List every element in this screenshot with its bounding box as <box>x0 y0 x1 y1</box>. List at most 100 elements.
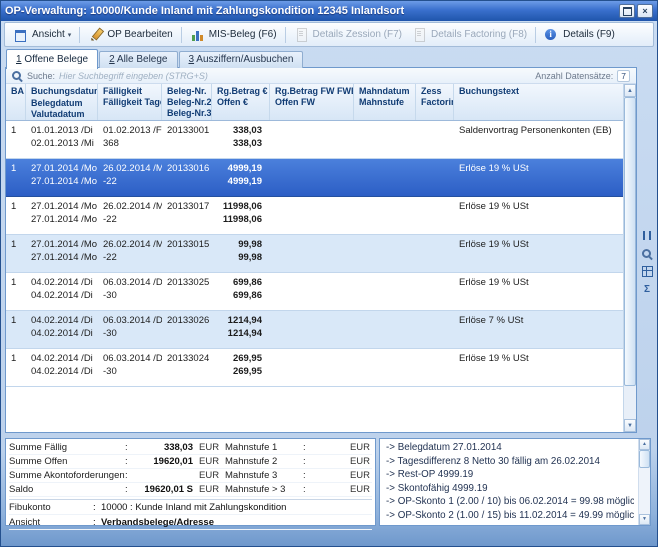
tabbar: 1 Offene Belege2 Alle Belege3 Ausziffern… <box>6 49 303 68</box>
cell-line: 27.01.2014 /Mo <box>31 200 98 213</box>
message-lines: -> Belegdatum 27.01.2014-> Tagesdifferen… <box>386 441 634 522</box>
toolbar-button-details-factoring-f8: Details Factoring (F8) <box>407 25 532 45</box>
cell-line: Erlöse 19 % USt <box>459 200 623 213</box>
summary-row: Saldo:19620,01 SEURMahnstufe > 3:EUR <box>9 483 372 497</box>
table-row[interactable]: 104.02.2014 /Di04.02.2014 /Di06.03.2014 … <box>6 311 623 349</box>
maximize-icon <box>623 7 632 16</box>
cell-beleg-nr: 20133025 <box>162 273 212 310</box>
cell-faelligkeit: 01.02.2013 /Fr368 <box>98 121 162 158</box>
cell-mahnung <box>354 197 416 234</box>
colon: : <box>93 517 101 528</box>
scroll-down-button[interactable]: ▼ <box>624 419 636 432</box>
table-row[interactable]: 127.01.2014 /Mo27.01.2014 /Mo26.02.2014 … <box>6 235 623 273</box>
cell-line: 27.01.2014 /Mo <box>31 251 98 264</box>
toolbar-button-label: Details (F9) <box>563 29 615 40</box>
cell-buchungstext: Erlöse 7 % USt <box>454 311 623 348</box>
column-header-beleg-nr[interactable]: Beleg-Nr.Beleg-Nr.2Beleg-Nr.3 <box>162 84 212 120</box>
cell-buchungstext: Erlöse 19 % USt <box>454 159 623 196</box>
cell-line: 04.02.2014 /Di <box>31 352 98 365</box>
column-header-buchungsdatum[interactable]: Buchungsdatum▲BelegdatumValutadatum <box>26 84 98 120</box>
colon: : <box>303 456 311 467</box>
cell-betrag: 1214,941214,94 <box>212 311 270 348</box>
table-header: BABuchungsdatum▲BelegdatumValutadatumFäl… <box>6 84 623 121</box>
tab-1-offene-belege[interactable]: 1 Offene Belege <box>6 49 98 69</box>
cell-line: 27.01.2014 /Mo <box>31 162 98 175</box>
cell-ba: 1 <box>6 273 26 310</box>
cell-line: 27.01.2014 /Mo <box>31 238 98 251</box>
cell-zession <box>416 121 454 158</box>
column-header-buchungstext[interactable]: Buchungstext <box>454 84 623 120</box>
column-header-zession[interactable]: ZessFactoring <box>416 84 454 120</box>
info-panel: -> Belegdatum 27.01.2014-> Tagesdifferen… <box>379 438 651 526</box>
column-header-ba[interactable]: BA <box>6 84 26 120</box>
cell-line: 4999,19 <box>212 175 262 188</box>
account-label: Fibukonto <box>9 502 93 513</box>
column-header-faelligkeit[interactable]: FälligkeitFälligkeit Tage <box>98 84 162 120</box>
header-line: Rg.Betrag FW FWE <box>275 86 353 97</box>
table-body: 101.01.2013 /Di02.01.2013 /Mi01.02.2013 … <box>6 121 623 432</box>
cell-betrag: 269,95269,95 <box>212 349 270 386</box>
close-button[interactable]: × <box>637 4 653 18</box>
mahnstufe-unit: EUR <box>344 456 372 467</box>
cell-line: Saldenvortrag Personenkonten (EB) <box>459 124 623 137</box>
table-row[interactable]: 104.02.2014 /Di04.02.2014 /Di06.03.2014 … <box>6 349 623 387</box>
zoom-icon[interactable] <box>640 247 654 259</box>
toolbar-button-ansicht[interactable]: Ansicht▾ <box>8 25 76 45</box>
scroll-up-button[interactable]: ▲ <box>624 84 636 97</box>
cell-mahnung <box>354 121 416 158</box>
pin-panel-icon[interactable] <box>640 229 654 241</box>
sum-icon[interactable]: Σ <box>640 283 654 295</box>
cell-line: 20133015 <box>167 238 212 251</box>
info-scrollbar-thumb[interactable] <box>639 450 650 468</box>
arrow-down-icon: ▼ <box>642 517 647 522</box>
toolbar-button-mis-beleg-f6[interactable]: MIS-Beleg (F6) <box>185 25 282 45</box>
column-header-betrag[interactable]: Rg.Betrag €Offen € <box>212 84 270 120</box>
toolbar-button-details-f9[interactable]: Details (F9) <box>539 25 620 45</box>
table-row[interactable]: 127.01.2014 /Mo27.01.2014 /Mo26.02.2014 … <box>6 197 623 235</box>
summary-label: Saldo <box>9 484 125 495</box>
mahnstufe-label: Mahnstufe 2 <box>225 456 303 467</box>
info-scroll-down-button[interactable]: ▼ <box>639 514 650 525</box>
summary-value: 19620,01 <box>133 456 195 467</box>
table-row[interactable]: 127.01.2014 /Mo27.01.2014 /Mo26.02.2014 … <box>6 159 623 197</box>
column-header-mahnung[interactable]: MahndatumMahnstufe <box>354 84 416 120</box>
vertical-scrollbar[interactable]: ▲ ▼ <box>623 84 636 432</box>
cell-line: 1 <box>11 162 26 175</box>
toolbar-button-details-zession-f7: Details Zession (F7) <box>289 25 407 45</box>
table-row[interactable]: 101.01.2013 /Di02.01.2013 /Mi01.02.2013 … <box>6 121 623 159</box>
summary-label: Summe Fällig <box>9 442 125 453</box>
cell-line: 06.03.2014 /Do <box>103 276 162 289</box>
cell-line: 11998,06 <box>212 200 262 213</box>
cell-buchungsdatum: 01.01.2013 /Di02.01.2013 /Mi <box>26 121 98 158</box>
table-row[interactable]: 104.02.2014 /Di04.02.2014 /Di06.03.2014 … <box>6 273 623 311</box>
info-scroll-up-button[interactable]: ▲ <box>639 439 650 450</box>
cell-zession <box>416 197 454 234</box>
message-line: -> OP-Skonto 2 (1.00 / 15) bis 11.02.201… <box>386 509 634 523</box>
summary-unit: EUR <box>195 470 225 481</box>
cell-line: 20133024 <box>167 352 212 365</box>
cell-line: 02.01.2013 /Mi <box>31 137 98 150</box>
cell-buchungsdatum: 04.02.2014 /Di04.02.2014 /Di <box>26 349 98 386</box>
cell-line: Erlöse 7 % USt <box>459 314 623 327</box>
column-header-betrag-fw[interactable]: Rg.Betrag FW FWEOffen FW <box>270 84 354 120</box>
cell-faelligkeit: 26.02.2014 /Mi-22 <box>98 159 162 196</box>
cell-line: -30 <box>103 289 162 302</box>
info-scrollbar[interactable]: ▲ ▼ <box>638 439 650 525</box>
tab-2-alle-belege[interactable]: 2 Alle Belege <box>99 51 177 68</box>
cell-line: 20133001 <box>167 124 212 137</box>
cell-beleg-nr: 20133015 <box>162 235 212 272</box>
toolbar-separator <box>535 27 536 43</box>
scrollbar-thumb[interactable] <box>624 97 636 386</box>
search-input[interactable]: Hier Suchbegriff eingeben (STRG+S) <box>59 71 208 81</box>
cell-betrag: 99,9899,98 <box>212 235 270 272</box>
header-line: Buchungsdatum▲ <box>31 86 97 98</box>
toolbar-button-op-bearbeiten[interactable]: OP Bearbeiten <box>83 25 177 45</box>
tab-3-ausziffern-ausbuchen[interactable]: 3 Ausziffern/Ausbuchen <box>179 51 304 68</box>
titlebar[interactable]: OP-Verwaltung: 10000/Kunde Inland mit Za… <box>1 1 657 21</box>
grid-settings-icon[interactable] <box>640 265 654 277</box>
account-label: Ansicht <box>9 517 93 528</box>
chart-icon <box>190 28 205 42</box>
toolbar-separator <box>181 27 182 43</box>
account-rows: Fibukonto:10000 : Kunde Inland mit Zahlu… <box>9 499 372 530</box>
maximize-button[interactable] <box>619 4 635 18</box>
